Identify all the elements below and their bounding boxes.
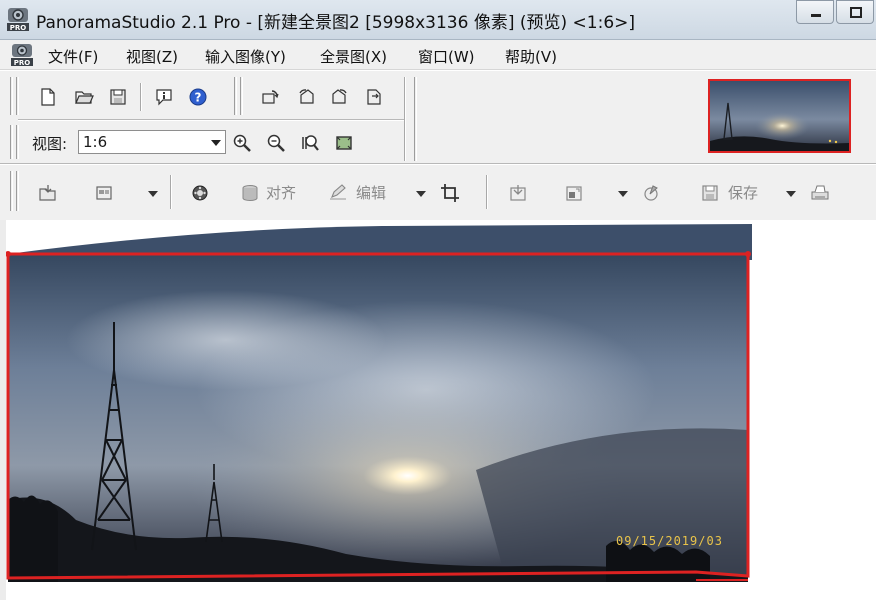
open-button[interactable]: [72, 85, 96, 109]
toolbar-row-divider: [18, 119, 404, 121]
open-folder-icon: [75, 91, 94, 104]
settings-button[interactable]: [640, 181, 664, 205]
toolbar-grip: [16, 77, 19, 115]
zoom-actual-size-button[interactable]: [298, 131, 322, 155]
toolbar-grip: [16, 125, 19, 159]
title-bar: PRO PanoramaStudio 2.1 Pro - [新建全景图2 [59…: [0, 0, 876, 40]
toolbar-grip[interactable]: [414, 77, 417, 161]
info-button[interactable]: [152, 85, 176, 109]
edit-label[interactable]: 编辑: [356, 182, 386, 203]
zoom-out-icon: [267, 134, 285, 152]
flip-image-icon: [367, 89, 381, 105]
image-list-icon: [96, 186, 112, 200]
new-button[interactable]: [36, 85, 60, 109]
dropdown-arrow-icon[interactable]: [416, 191, 426, 197]
zoom-out-button[interactable]: [264, 131, 288, 155]
edit-pencil-icon: [330, 184, 346, 200]
toolbar-row-divider: [0, 163, 876, 165]
export-image-icon: [566, 186, 582, 201]
photo-timestamp: 09/15/2019/03: [616, 534, 723, 548]
help-button[interactable]: ?: [186, 85, 210, 109]
trees-left: [8, 495, 58, 582]
zoom-100-icon: [302, 135, 319, 151]
export-button[interactable]: [562, 181, 586, 205]
import-folder-icon: [39, 185, 56, 201]
rotate-image-icon: [262, 90, 279, 104]
print-button[interactable]: [808, 181, 832, 205]
window-title: PanoramaStudio 2.1 Pro - [新建全景图2 [5998x3…: [36, 13, 636, 33]
minimize-icon: [811, 14, 821, 17]
toolbar-area: ? 视图: 1:6 对齐 编辑 保存: [0, 71, 876, 220]
dropdown-arrow-icon[interactable]: [786, 191, 796, 197]
crop-button[interactable]: [438, 181, 462, 205]
panoramastudio-app-icon[interactable]: PRO: [6, 6, 30, 32]
fit-to-window-button[interactable]: [332, 131, 356, 155]
menu-input-images[interactable]: 输入图像(Y): [205, 46, 286, 67]
svg-text:?: ?: [195, 91, 202, 105]
toolbar-grip: [16, 171, 19, 211]
dropdown-arrow-icon[interactable]: [618, 191, 628, 197]
menu-panorama[interactable]: 全景图(X): [320, 46, 387, 67]
toolbar-grip[interactable]: [234, 77, 237, 115]
stitch-film-icon: [192, 185, 208, 201]
toolbar-separator: [140, 83, 142, 111]
toolbar-grip[interactable]: [10, 77, 13, 115]
save-button[interactable]: [698, 181, 722, 205]
crop-icon: [441, 184, 459, 202]
minimize-button[interactable]: [796, 0, 834, 24]
fit-window-icon: [336, 136, 352, 150]
info-speech-icon: [156, 89, 172, 106]
printer-icon: [811, 185, 829, 200]
align-button[interactable]: [238, 181, 262, 205]
rotate-image-button[interactable]: [258, 85, 282, 109]
align-cylinder-icon: [242, 185, 258, 202]
floppy-disk-icon: [110, 89, 126, 105]
toolbar-grip[interactable]: [10, 125, 13, 159]
document-system-menu-icon[interactable]: PRO: [10, 43, 34, 67]
stitch-button[interactable]: [188, 181, 212, 205]
panorama-thumbnail-image: [710, 81, 849, 151]
edit-button[interactable]: [326, 181, 350, 205]
rotate-right-icon: [332, 89, 347, 104]
help-question-icon: ?: [189, 88, 207, 106]
menu-help[interactable]: 帮助(V): [505, 46, 557, 67]
svg-text:PRO: PRO: [10, 24, 27, 32]
view-label: 视图:: [32, 135, 68, 153]
svg-text:PRO: PRO: [14, 59, 31, 67]
menu-bar: PRO 文件(F) 视图(Z) 输入图像(Y) 全景图(X) 窗口(W) 帮助(…: [0, 40, 876, 108]
rotate-left-icon: [299, 89, 314, 104]
toolbar-grip: [240, 77, 243, 115]
menu-view[interactable]: 视图(Z): [126, 46, 178, 67]
toolbar-grip[interactable]: [10, 171, 13, 211]
panorama-canvas[interactable]: 09/15/2019/03: [0, 220, 876, 600]
rotate-left-button[interactable]: [294, 85, 318, 109]
chevron-down-icon: [211, 140, 221, 146]
panorama-preview-thumbnail[interactable]: [708, 79, 851, 153]
check-wrench-icon: [644, 185, 658, 201]
image-list-button[interactable]: [92, 181, 116, 205]
toolbar-separator: [486, 175, 488, 209]
menu-window[interactable]: 窗口(W): [418, 46, 475, 67]
zoom-in-button[interactable]: [230, 131, 254, 155]
menu-file[interactable]: 文件(F): [48, 46, 98, 67]
add-image-icon: [510, 185, 526, 201]
zoom-in-icon: [233, 134, 251, 152]
align-label[interactable]: 对齐: [266, 182, 296, 203]
save-disk-icon: [702, 185, 718, 201]
crop-handle[interactable]: [745, 251, 751, 257]
add-to-panorama-button[interactable]: [506, 181, 530, 205]
new-document-icon: [41, 88, 55, 106]
save-file-button[interactable]: [106, 85, 130, 109]
rotate-right-button[interactable]: [328, 85, 352, 109]
import-images-button[interactable]: [36, 181, 60, 205]
dropdown-arrow-icon[interactable]: [148, 191, 158, 197]
flip-image-button[interactable]: [362, 85, 386, 109]
save-label[interactable]: 保存: [728, 182, 758, 203]
maximize-button[interactable]: [836, 0, 874, 24]
toolbar-separator: [170, 175, 172, 209]
toolbar-separator: [404, 77, 406, 161]
maximize-icon: [850, 7, 862, 18]
zoom-level-value: 1:6: [83, 133, 108, 151]
zoom-level-select[interactable]: 1:6: [78, 130, 226, 154]
